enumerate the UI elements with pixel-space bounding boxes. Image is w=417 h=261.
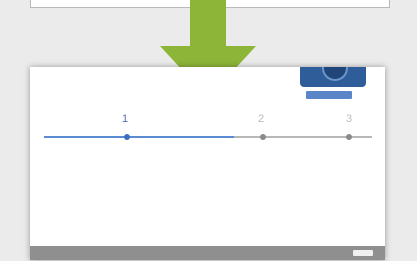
step-2-marker [260, 134, 266, 140]
step-1-marker [124, 134, 130, 140]
step-3-marker [346, 134, 352, 140]
docs-button[interactable] [306, 91, 352, 99]
documentation-screenshot: 1 2 3 [30, 67, 385, 260]
step-number: 1 [122, 113, 129, 125]
step-progress-line [44, 136, 372, 138]
step-number: 2 [258, 113, 265, 125]
footer-button[interactable] [353, 250, 373, 256]
step-number: 3 [346, 113, 353, 125]
page-footer [30, 246, 385, 260]
